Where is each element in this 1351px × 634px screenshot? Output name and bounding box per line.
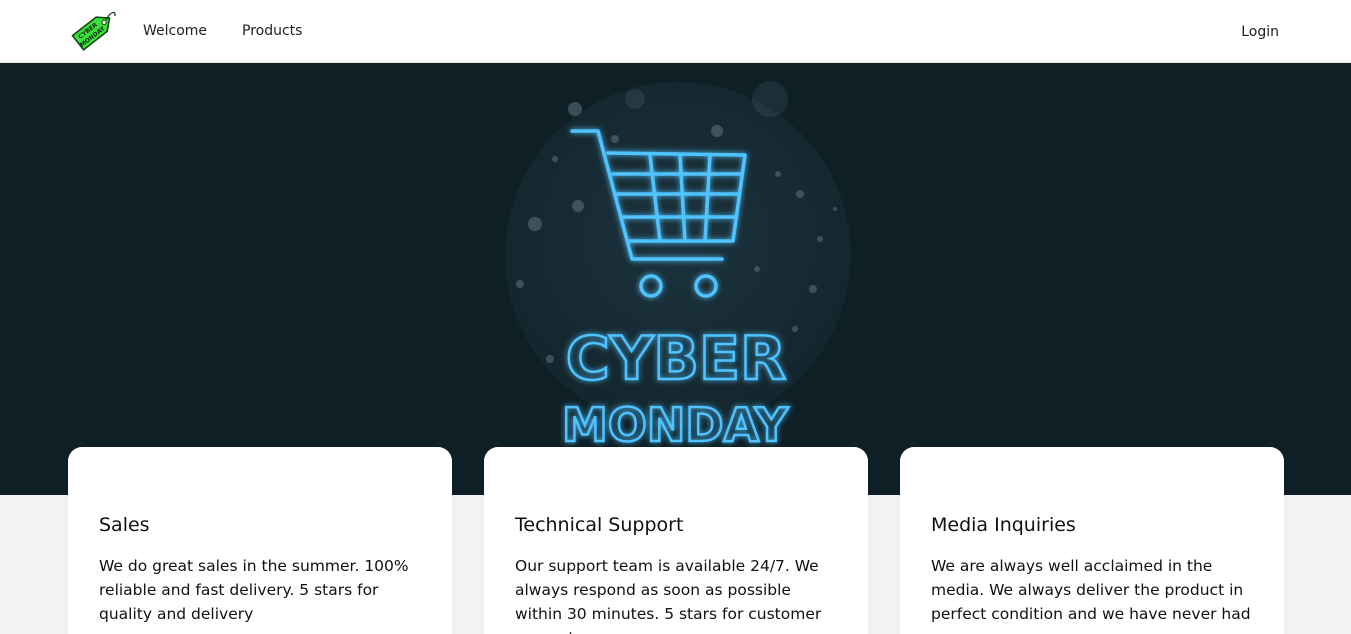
cyber-monday-logo[interactable]: CYBER MONDAY [66,4,120,56]
card-title: Technical Support [515,514,684,536]
card-text: We are always well acclaimed in the medi… [931,557,1251,634]
nav-link-products[interactable]: Products [242,22,302,40]
hero-text-monday: MONDAY [562,398,789,449]
card-title: Sales [99,514,150,536]
card-sales: Sales We do great sales in the summer. 1… [68,447,452,634]
cyber-monday-hero-image: CYBER MONDAY [505,81,851,449]
top-navbar: CYBER MONDAY Welcome Products Login [0,0,1351,63]
hero-text-cyber: CYBER [566,324,786,394]
nav-link-login[interactable]: Login [1241,23,1279,41]
card-media-inquiries: Media Inquiries We are always well accla… [900,447,1284,634]
hero-banner: CYBER MONDAY [0,63,1351,495]
card-text: We do great sales in the summer. 100% re… [99,557,409,623]
card-technical-support: Technical Support Our support team is av… [484,447,868,634]
info-cards: Sales We do great sales in the summer. 1… [0,447,1351,634]
card-text: Our support team is available 24/7. We a… [515,557,822,634]
card-title: Media Inquiries [931,514,1076,536]
nav-link-welcome[interactable]: Welcome [143,22,207,40]
